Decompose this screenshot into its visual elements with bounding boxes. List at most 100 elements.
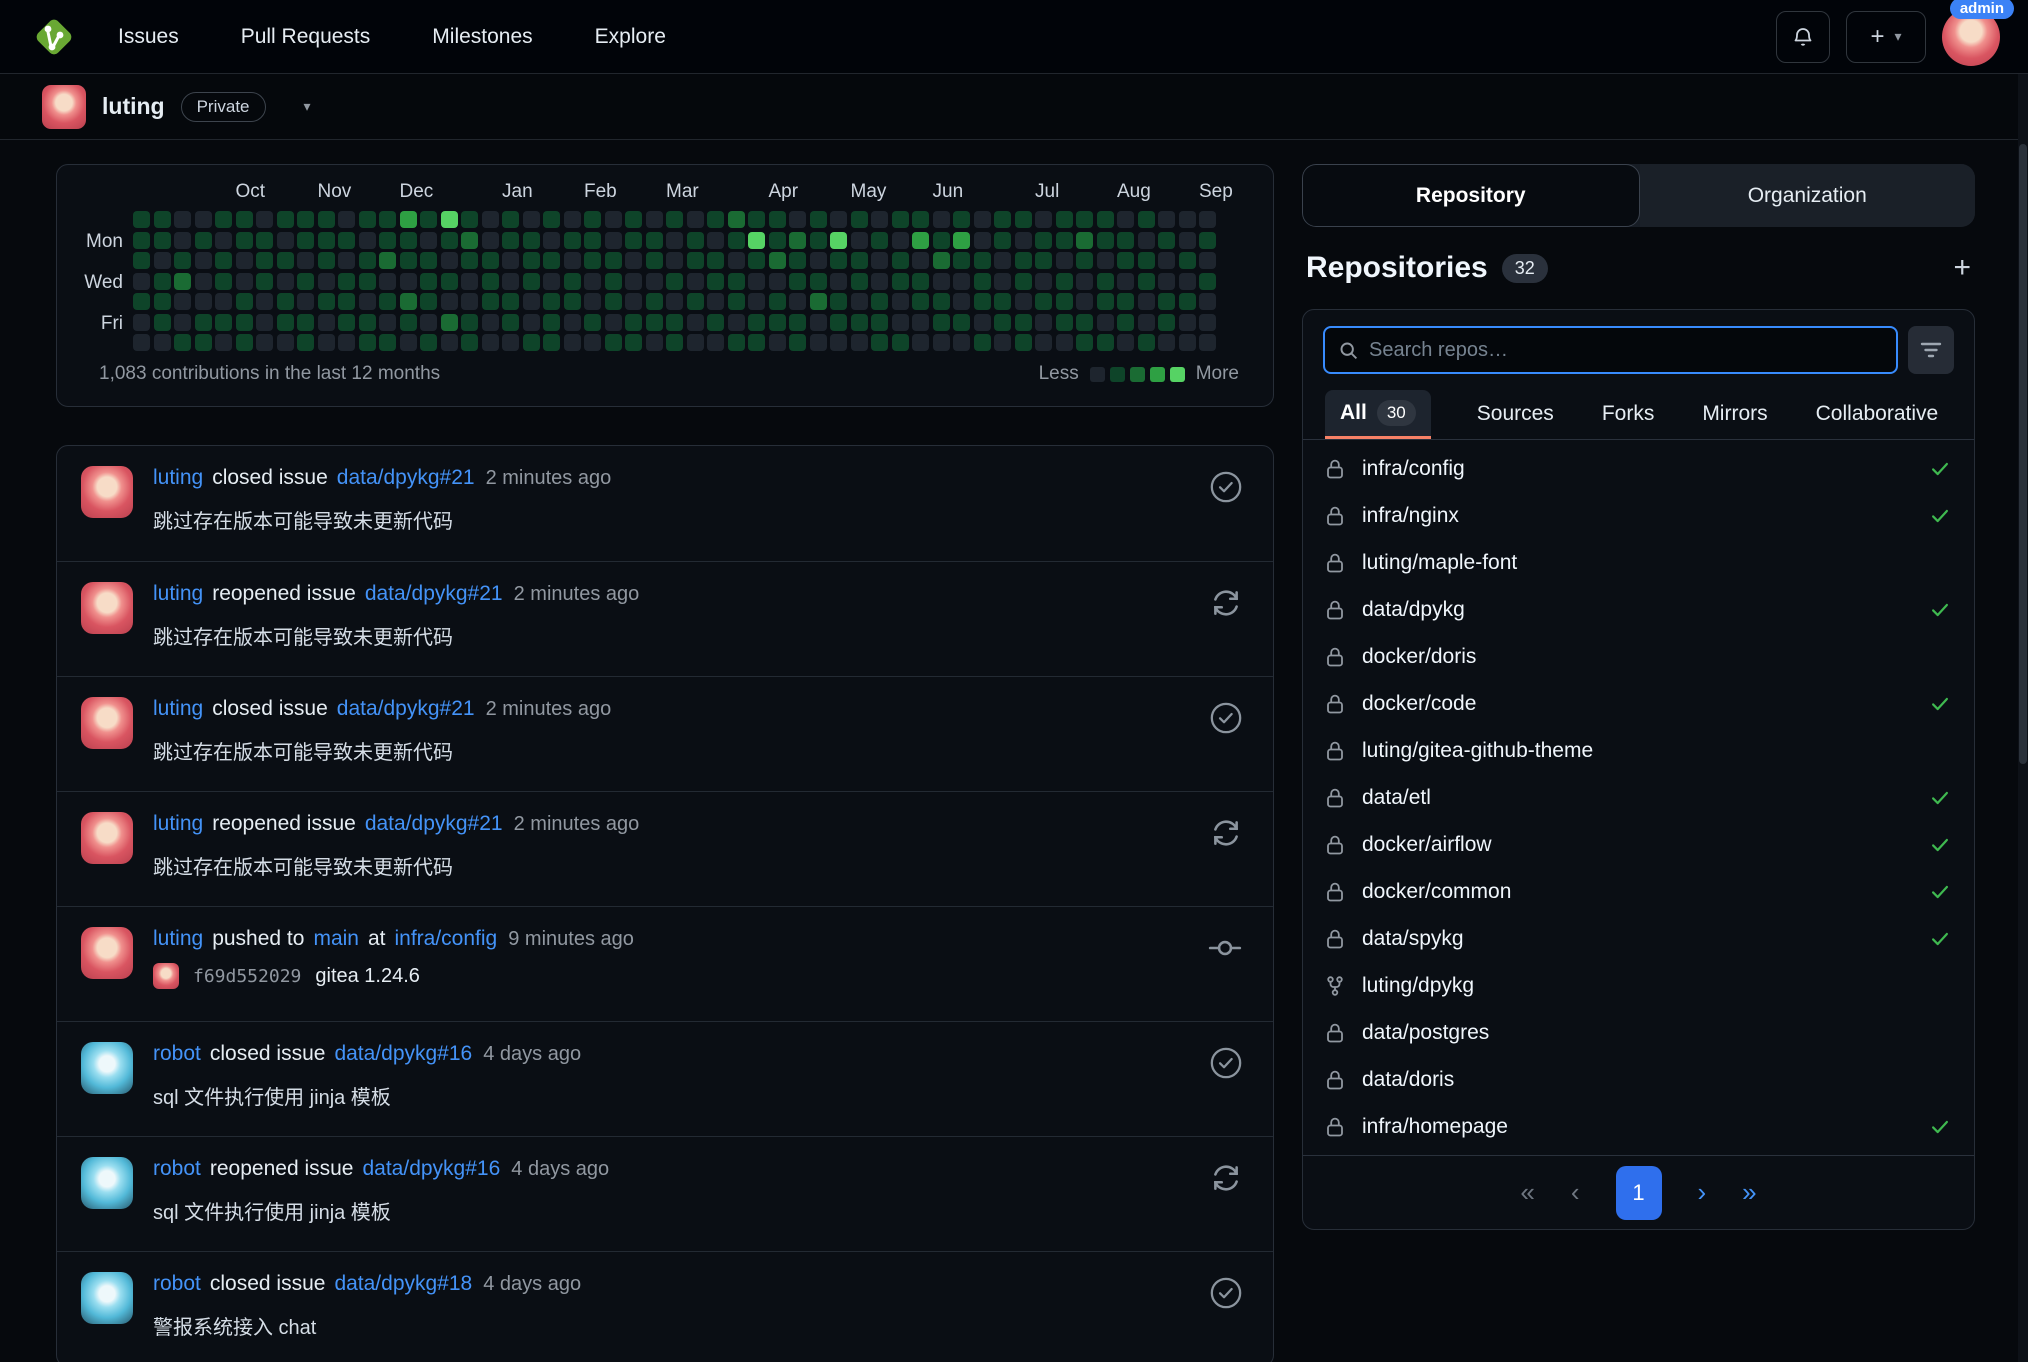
heatmap-cell[interactable] — [1117, 211, 1134, 228]
heatmap-cell[interactable] — [563, 272, 581, 290]
heatmap-cell[interactable] — [891, 231, 909, 249]
heatmap-cell[interactable] — [666, 334, 683, 351]
heatmap-cell[interactable] — [317, 231, 335, 249]
heatmap-cell[interactable] — [1158, 231, 1175, 249]
heatmap-cell[interactable] — [297, 231, 314, 249]
heatmap-cell[interactable] — [502, 211, 519, 228]
heatmap-cell[interactable] — [1096, 231, 1114, 249]
heatmap-cell[interactable] — [194, 231, 212, 249]
heatmap-cell[interactable] — [830, 272, 847, 290]
heatmap-cell[interactable] — [973, 252, 991, 269]
repo-name[interactable]: data/spykg — [1362, 927, 1464, 951]
heatmap-cell[interactable] — [707, 211, 724, 228]
heatmap-cell[interactable] — [563, 231, 581, 249]
heatmap-cell[interactable] — [748, 334, 765, 351]
heatmap-cell[interactable] — [1137, 211, 1155, 228]
heatmap-cell[interactable] — [1158, 313, 1175, 331]
heatmap-cell[interactable] — [358, 334, 376, 351]
gitea-logo-icon[interactable] — [30, 13, 78, 61]
repo-list-item[interactable]: data/postgres — [1325, 1009, 1952, 1056]
heatmap-cell[interactable] — [645, 272, 663, 290]
heatmap-cell[interactable] — [1096, 313, 1114, 331]
heatmap-cell[interactable] — [420, 313, 437, 331]
heatmap-cell[interactable] — [276, 211, 294, 228]
heatmap-cell[interactable] — [871, 252, 888, 269]
repo-list-item[interactable]: docker/doris — [1325, 633, 1952, 680]
profile-avatar[interactable] — [42, 84, 86, 129]
heatmap-cell[interactable] — [256, 252, 273, 269]
heatmap-cell[interactable] — [481, 313, 499, 331]
feed-link[interactable]: luting — [153, 582, 203, 606]
heatmap-cell[interactable] — [1158, 211, 1175, 228]
heatmap-cell[interactable] — [1096, 211, 1114, 228]
heatmap-cell[interactable] — [420, 231, 437, 249]
heatmap-cell[interactable] — [625, 211, 642, 228]
heatmap-cell[interactable] — [235, 272, 253, 290]
repo-filter-forks[interactable]: Forks — [1600, 392, 1657, 439]
heatmap-cell[interactable] — [194, 252, 212, 269]
feed-link[interactable]: luting — [153, 466, 203, 490]
heatmap-cell[interactable] — [912, 334, 929, 351]
repo-name[interactable]: luting/gitea-github-theme — [1362, 739, 1593, 763]
feed-link[interactable]: luting — [153, 697, 203, 721]
panel-tab-organization[interactable]: Organization — [1639, 164, 1975, 227]
heatmap-cell[interactable] — [1014, 211, 1032, 228]
heatmap-cell[interactable] — [686, 231, 704, 249]
heatmap-cell[interactable] — [1117, 334, 1134, 351]
heatmap-cell[interactable] — [727, 293, 745, 310]
heatmap-cell[interactable] — [707, 293, 724, 310]
heatmap-cell[interactable] — [1096, 293, 1114, 310]
feed-link[interactable]: data/dpykg#21 — [365, 582, 503, 606]
heatmap-cell[interactable] — [256, 334, 273, 351]
heatmap-cell[interactable] — [973, 334, 991, 351]
heatmap-cell[interactable] — [645, 293, 663, 310]
heatmap-cell[interactable] — [153, 231, 171, 249]
heatmap-cell[interactable] — [584, 272, 601, 290]
heatmap-cell[interactable] — [133, 313, 150, 331]
nav-link-issues[interactable]: Issues — [118, 25, 179, 49]
heatmap-cell[interactable] — [338, 272, 355, 290]
heatmap-cell[interactable] — [994, 231, 1011, 249]
heatmap-cell[interactable] — [1035, 252, 1052, 269]
heatmap-cell[interactable] — [727, 334, 745, 351]
heatmap-cell[interactable] — [256, 272, 273, 290]
heatmap-cell[interactable] — [912, 211, 929, 228]
repo-name[interactable]: infra/config — [1362, 457, 1465, 481]
repo-name[interactable]: docker/common — [1362, 880, 1511, 904]
heatmap-cell[interactable] — [625, 334, 642, 351]
add-repository-button[interactable]: + — [1953, 253, 1971, 283]
heatmap-cell[interactable] — [1117, 293, 1134, 310]
heatmap-cell[interactable] — [215, 313, 232, 331]
heatmap-cell[interactable] — [502, 272, 519, 290]
heatmap-cell[interactable] — [686, 293, 704, 310]
heatmap-cell[interactable] — [686, 334, 704, 351]
heatmap-cell[interactable] — [276, 313, 294, 331]
repo-list-item[interactable]: infra/homepage — [1325, 1103, 1952, 1150]
user-menu[interactable]: admin — [1942, 0, 2014, 66]
heatmap-cell[interactable] — [1137, 252, 1155, 269]
heatmap-cell[interactable] — [973, 231, 991, 249]
heatmap-cell[interactable] — [297, 272, 314, 290]
heatmap-cell[interactable] — [543, 313, 560, 331]
heatmap-cell[interactable] — [1199, 231, 1216, 249]
heatmap-cell[interactable] — [1055, 272, 1073, 290]
heatmap-cell[interactable] — [604, 334, 622, 351]
heatmap-cell[interactable] — [686, 252, 704, 269]
heatmap-cell[interactable] — [1014, 231, 1032, 249]
heatmap-cell[interactable] — [789, 211, 806, 228]
heatmap-cell[interactable] — [215, 231, 232, 249]
heatmap-cell[interactable] — [461, 252, 478, 269]
heatmap-cell[interactable] — [748, 293, 765, 310]
heatmap-cell[interactable] — [994, 211, 1011, 228]
heatmap-cell[interactable] — [768, 313, 786, 331]
heatmap-cell[interactable] — [994, 272, 1011, 290]
heatmap-cell[interactable] — [625, 313, 642, 331]
heatmap-cell[interactable] — [1035, 334, 1052, 351]
heatmap-cell[interactable] — [584, 293, 601, 310]
heatmap-cell[interactable] — [276, 231, 294, 249]
heatmap-cell[interactable] — [727, 252, 745, 269]
robot-avatar[interactable] — [81, 1157, 133, 1209]
repo-name[interactable]: data/etl — [1362, 786, 1431, 810]
heatmap-cell[interactable] — [891, 334, 909, 351]
heatmap-cell[interactable] — [666, 272, 683, 290]
